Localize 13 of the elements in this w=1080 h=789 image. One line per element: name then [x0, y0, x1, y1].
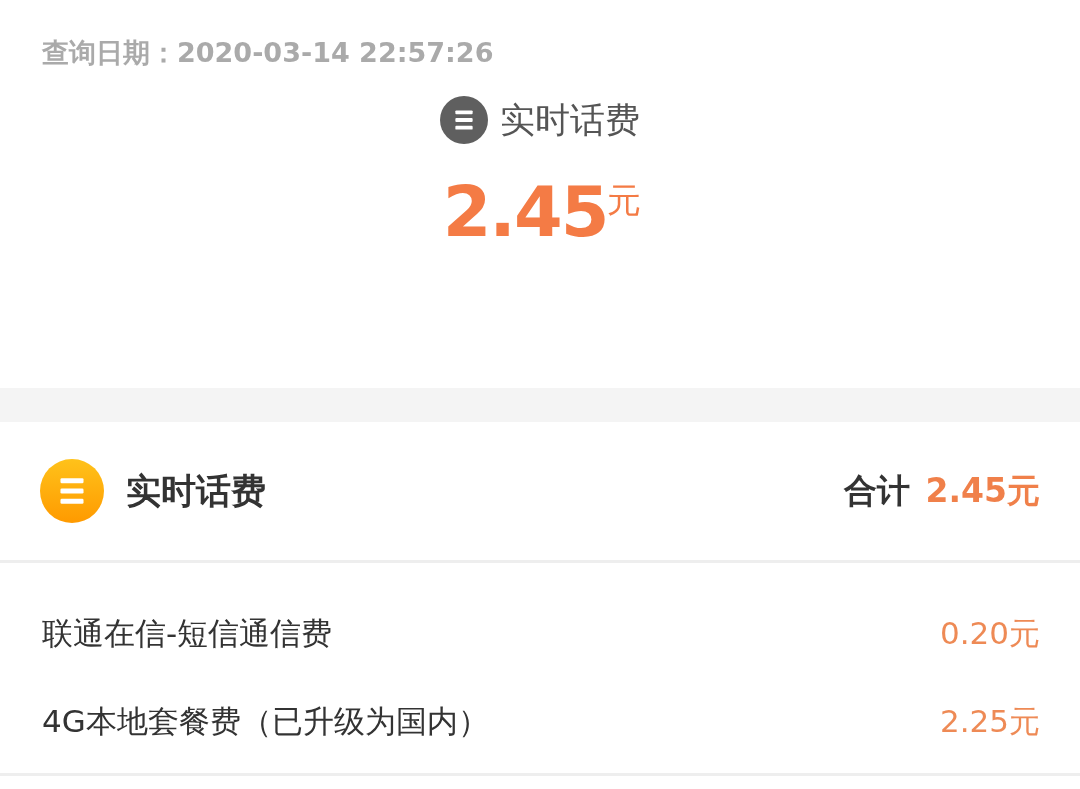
list-icon: [440, 96, 488, 144]
summary-amount: 2.45: [442, 170, 608, 254]
currency-unit: 元: [607, 180, 642, 220]
fee-name: 联通在信-短信通信费: [42, 614, 333, 653]
query-date: 查询日期：2020-03-14 22:57:26: [42, 36, 495, 70]
fee-amount: 0.20元: [939, 614, 1040, 653]
summary-title: 实时话费: [500, 99, 640, 142]
total-amount: 2.45元: [925, 469, 1040, 512]
section-title: 实时话费: [126, 469, 267, 513]
fee-name: 4G本地套餐费（已升级为国内）: [42, 702, 489, 741]
total-label: 合计: [843, 469, 910, 512]
fee-amount: 2.25元: [939, 702, 1040, 741]
list-icon: [40, 459, 104, 523]
